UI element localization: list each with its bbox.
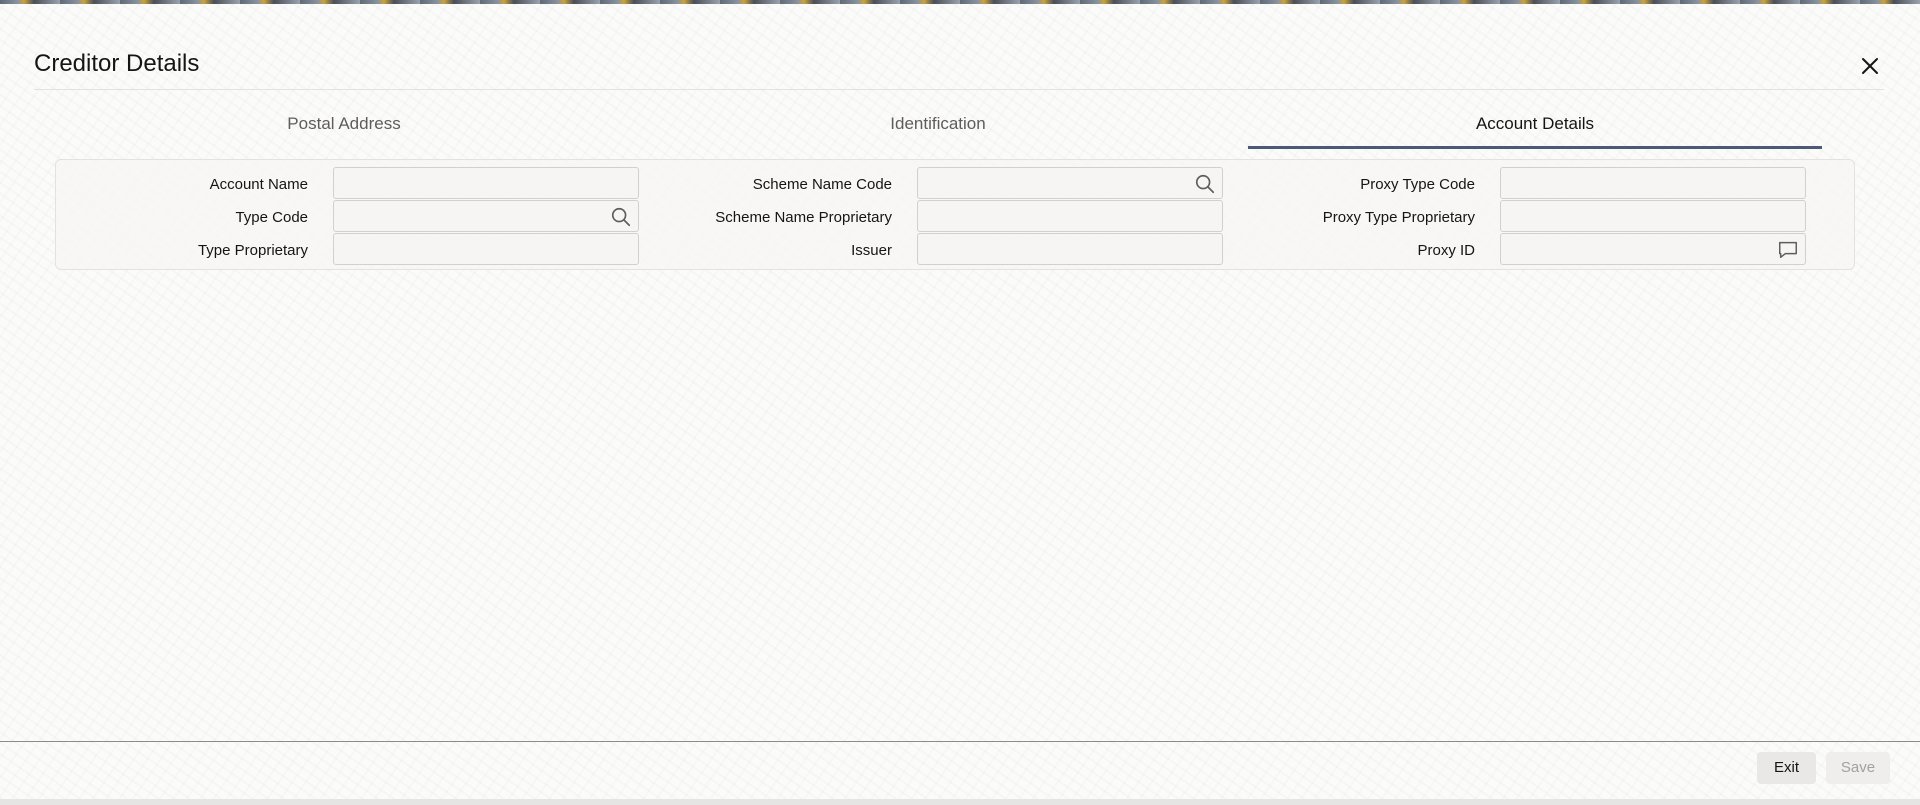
tab-label: Postal Address xyxy=(287,114,401,133)
account-name-label: Account Name xyxy=(209,176,308,193)
proxy-type-proprietary-input[interactable] xyxy=(1500,200,1806,232)
issuer-input[interactable] xyxy=(917,233,1223,265)
type-proprietary-input[interactable] xyxy=(333,233,639,265)
creditor-details-dialog: Creditor Details Postal Address Identifi… xyxy=(0,4,1920,799)
dialog-title: Creditor Details xyxy=(34,50,200,77)
proxy-type-code-label: Proxy Type Code xyxy=(1360,176,1475,193)
type-code-label: Type Code xyxy=(235,209,308,226)
proxy-type-code-input[interactable] xyxy=(1500,167,1806,199)
tab-bar: Postal Address Identification Account De… xyxy=(54,112,1822,152)
active-tab-indicator xyxy=(1248,146,1822,149)
exit-button[interactable]: Exit xyxy=(1757,752,1816,784)
tab-label: Account Details xyxy=(1475,114,1595,133)
account-name-input[interactable] xyxy=(333,167,639,199)
proxy-id-label: Proxy ID xyxy=(1417,242,1475,259)
tab-label: Identification xyxy=(890,114,986,133)
close-button[interactable] xyxy=(1858,54,1882,78)
search-icon[interactable] xyxy=(1194,173,1216,195)
tab-identification[interactable]: Identification xyxy=(648,112,1228,149)
footer-divider xyxy=(0,741,1920,742)
save-button[interactable]: Save xyxy=(1826,752,1890,784)
proxy-id-input[interactable] xyxy=(1500,233,1806,265)
tab-postal-address[interactable]: Postal Address xyxy=(54,112,634,149)
close-icon xyxy=(1862,58,1878,74)
scheme-name-proprietary-label: Scheme Name Proprietary xyxy=(715,209,892,226)
proxy-type-proprietary-label: Proxy Type Proprietary xyxy=(1322,209,1475,226)
search-icon[interactable] xyxy=(610,206,632,228)
title-divider xyxy=(34,89,1884,90)
scheme-name-code-label: Scheme Name Code xyxy=(752,176,892,193)
type-code-input[interactable] xyxy=(333,200,639,232)
issuer-label: Issuer xyxy=(851,242,892,259)
tab-account-details[interactable]: Account Details xyxy=(1248,112,1822,149)
type-proprietary-label: Type Proprietary xyxy=(197,242,308,259)
comment-icon[interactable] xyxy=(1777,239,1799,261)
scheme-name-code-input[interactable] xyxy=(917,167,1223,199)
scheme-name-proprietary-input[interactable] xyxy=(917,200,1223,232)
bottom-scroll-strip xyxy=(0,799,1920,805)
